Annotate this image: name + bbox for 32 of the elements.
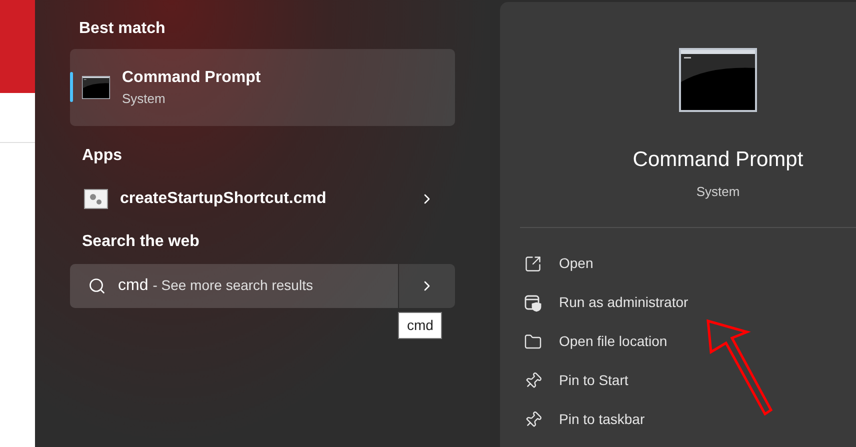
section-heading: Apps bbox=[82, 146, 123, 166]
action-item[interactable]: Pin to taskbar bbox=[524, 400, 856, 439]
web-search-label: cmd - See more search results bbox=[118, 276, 313, 296]
search-icon bbox=[88, 277, 106, 295]
open-external-icon bbox=[524, 254, 542, 272]
app-item[interactable]: createStartupShortcut.cmd bbox=[70, 182, 455, 216]
item-title: Command Prompt bbox=[122, 68, 261, 88]
web-search-item[interactable]: cmd - See more search results bbox=[70, 264, 398, 308]
action-item[interactable]: Open file location bbox=[524, 322, 856, 361]
section-heading: Search the web bbox=[82, 232, 200, 252]
action-item[interactable]: Run as administrator bbox=[524, 283, 856, 322]
selection-indicator bbox=[70, 72, 73, 102]
action-label: Run as administrator bbox=[559, 293, 688, 312]
best-match-item[interactable]: Command Prompt System bbox=[70, 49, 455, 126]
window-shield-icon bbox=[524, 294, 542, 312]
terminal-icon bbox=[82, 76, 110, 99]
details-subtitle: System bbox=[696, 182, 740, 201]
folder-icon bbox=[524, 332, 542, 350]
action-label: Open bbox=[559, 254, 594, 273]
action-label: Pin to taskbar bbox=[559, 410, 645, 429]
item-subtitle: System bbox=[122, 90, 166, 108]
action-label: Open file location bbox=[559, 332, 668, 351]
action-item[interactable]: Open bbox=[524, 244, 856, 283]
action-label: Pin to Start bbox=[559, 371, 628, 390]
section-heading: Best match bbox=[79, 19, 166, 39]
details-title: Command Prompt bbox=[632, 147, 804, 173]
open-results-button[interactable] bbox=[399, 264, 455, 308]
gear-file-icon bbox=[84, 189, 108, 209]
action-item[interactable]: Pin to Start bbox=[524, 361, 856, 400]
tooltip: cmd bbox=[398, 312, 442, 339]
terminal-icon bbox=[679, 48, 757, 112]
app-label: createStartupShortcut.cmd bbox=[120, 189, 328, 209]
